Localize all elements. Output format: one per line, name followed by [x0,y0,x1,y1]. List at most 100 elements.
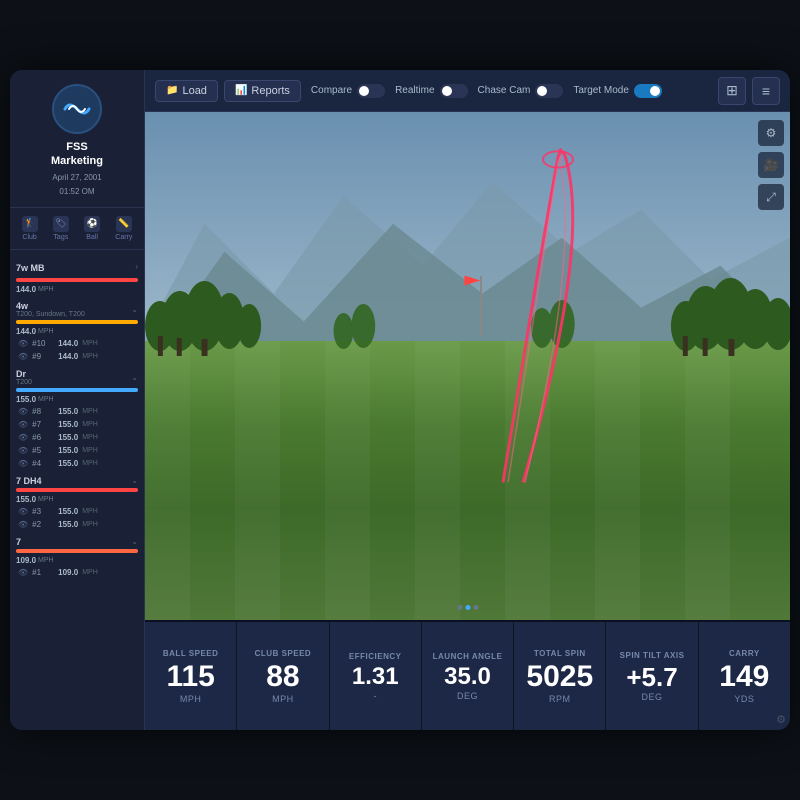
eye-icon: 👁 [18,339,28,348]
ball-speed-value: 115 [166,662,214,692]
carry-value: 149 [719,662,769,692]
club-group-7b-header[interactable]: 7 ⌄ [10,533,144,549]
list-item: 👁 #7 155.0 MPH [10,418,144,431]
launch-angle-unit: DEG [457,691,478,701]
launch-angle-label: LAUNCH ANGLE [433,652,503,661]
flag-pole [480,276,482,336]
chasecam-toggle[interactable] [535,84,563,98]
gear-icon[interactable]: ⚙ [776,713,786,726]
viewport-side-icons: ⚙ 🎥 ⤢ [758,120,784,210]
stat-card-efficiency: EFFICIENCY 1.31 - [330,622,422,730]
reports-icon: 📊 [235,85,247,96]
settings-viewport-button[interactable]: ⚙ [758,120,784,146]
stats-bar: BALL SPEED 115 MPH CLUB SPEED 88 MPH EFF… [145,620,790,730]
list-item: 👁 #9 144.0 MPH [10,350,144,363]
club-group-dr-header[interactable]: Dr T200 ⌄ [10,365,144,388]
stat-card-carry: CARRY 149 YDS ⚙ [699,622,790,730]
user-name: FSS [66,140,87,154]
sidebar-ball-btn[interactable]: ⚽ Ball [84,216,100,241]
club-bar-4w [16,320,138,324]
eye-icon: 👁 [18,459,28,468]
sidebar-nav-icons: 🏌 Club 🏷 Tags ⚽ Ball 📏 Carry [10,208,144,250]
club-list: 7w MB › 144.0 MPH 4w T200, [10,250,144,730]
hamburger-icon: ≡ [762,83,770,99]
list-item: 👁 #2 155.0 MPH [10,518,144,531]
club-group-7w-header[interactable]: 7w MB › [10,254,144,278]
ball-speed-label: BALL SPEED [163,649,219,658]
settings-icon: ⚙ [766,126,777,140]
carry-unit: YDS [734,694,754,704]
club-speed-label: CLUB SPEED [255,649,312,658]
fairway [145,341,790,620]
user-org: Marketing [51,154,103,168]
eye-icon: 👁 [18,568,28,577]
trees-layer [145,256,790,356]
list-item: 👁 #5 155.0 MPH [10,444,144,457]
screen-wrapper: FSS Marketing April 27, 2001 01:52 OM 🏌 … [0,0,800,800]
chevron-down-icon: ⌄ [131,476,138,485]
total-spin-label: TOTAL SPIN [534,649,586,658]
expand-icon: ⤢ [766,190,776,205]
user-time: 01:52 OM [59,186,94,197]
ball-speed-unit: MPH [180,694,202,704]
eye-icon: 👁 [18,420,28,429]
club-group-dr: Dr T200 ⌄ 155.0 MPH 👁 #8 155.0 MP [10,365,144,470]
chevron-down-icon: ⌄ [131,537,138,546]
expand-viewport-button[interactable]: ⤢ [758,184,784,210]
eye-icon: 👁 [18,507,28,516]
realtime-toggle[interactable] [440,84,468,98]
chasecam-toggle-group: Chase Cam [478,84,564,98]
stat-card-launch-angle: LAUNCH ANGLE 35.0 DEG [422,622,514,730]
club-group-7: 7 DH4 ⌄ 155.0 MPH 👁 #3 155.0 MPH [10,472,144,531]
top-nav: 📁 Load 📊 Reports Compare Realtime [145,70,790,112]
club-bar-7w [16,278,138,282]
logo [52,84,102,134]
spin-tilt-unit: DEG [642,692,663,702]
chevron-down-icon: ⌄ [131,373,138,382]
grid-icon: ⊞ [726,82,738,99]
spin-tilt-label: SPIN TILT AXIS [620,651,685,660]
launch-angle-value: 35.0 [444,665,491,689]
club-bar-dr [16,388,138,392]
camera-icon: 🎥 [764,158,779,172]
sidebar-carry-btn[interactable]: 📏 Carry [115,216,132,241]
load-button[interactable]: 📁 Load [155,80,218,102]
club-icon: 🏌 [22,216,38,232]
camera-viewport-button[interactable]: 🎥 [758,152,784,178]
dot-2 [465,605,470,610]
ball-icon: ⚽ [84,216,100,232]
efficiency-unit: - [373,691,377,701]
club-group-7w: 7w MB › 144.0 MPH [10,254,144,295]
stat-card-ball-speed: BALL SPEED 115 MPH [145,622,237,730]
club-group-4w-header[interactable]: 4w T200, Sundown, T200 ⌄ [10,297,144,320]
club-speed-value: 88 [266,662,299,692]
menu-button[interactable]: ≡ [752,77,780,105]
tag-icon: 🏷 [53,216,69,232]
grid-icon-button[interactable]: ⊞ [718,77,746,105]
list-item: 👁 #4 155.0 MPH [10,457,144,470]
total-spin-value: 5025 [526,662,593,692]
dot-1 [457,605,462,610]
sidebar-header: FSS Marketing April 27, 2001 01:52 OM [10,70,144,208]
eye-icon: 👁 [18,352,28,361]
targetmode-toggle[interactable] [634,84,662,98]
eye-icon: 👁 [18,407,28,416]
chevron-right-icon: › [135,262,138,271]
reports-button[interactable]: 📊 Reports [224,80,301,102]
club-bar-7b [16,549,138,553]
compare-toggle[interactable] [357,84,385,98]
total-spin-unit: RPM [549,694,571,704]
folder-icon: 📁 [166,85,178,96]
stat-card-spin-tilt: SPIN TILT AXIS +5.7 DEG [606,622,698,730]
stat-card-total-spin: TOTAL SPIN 5025 RPM [514,622,606,730]
trajectory-dots [457,605,478,610]
eye-icon: 👁 [18,433,28,442]
sidebar-club-btn[interactable]: 🏌 Club [22,216,38,241]
dot-3 [473,605,478,610]
club-group-7b: 7 ⌄ 109.0 MPH 👁 #1 109.0 MPH [10,533,144,579]
user-date: April 27, 2001 [52,172,101,183]
sidebar-tags-btn[interactable]: 🏷 Tags [53,216,69,241]
club-speed-unit: MPH [272,694,294,704]
efficiency-label: EFFICIENCY [349,652,402,661]
club-group-7-header[interactable]: 7 DH4 ⌄ [10,472,144,488]
